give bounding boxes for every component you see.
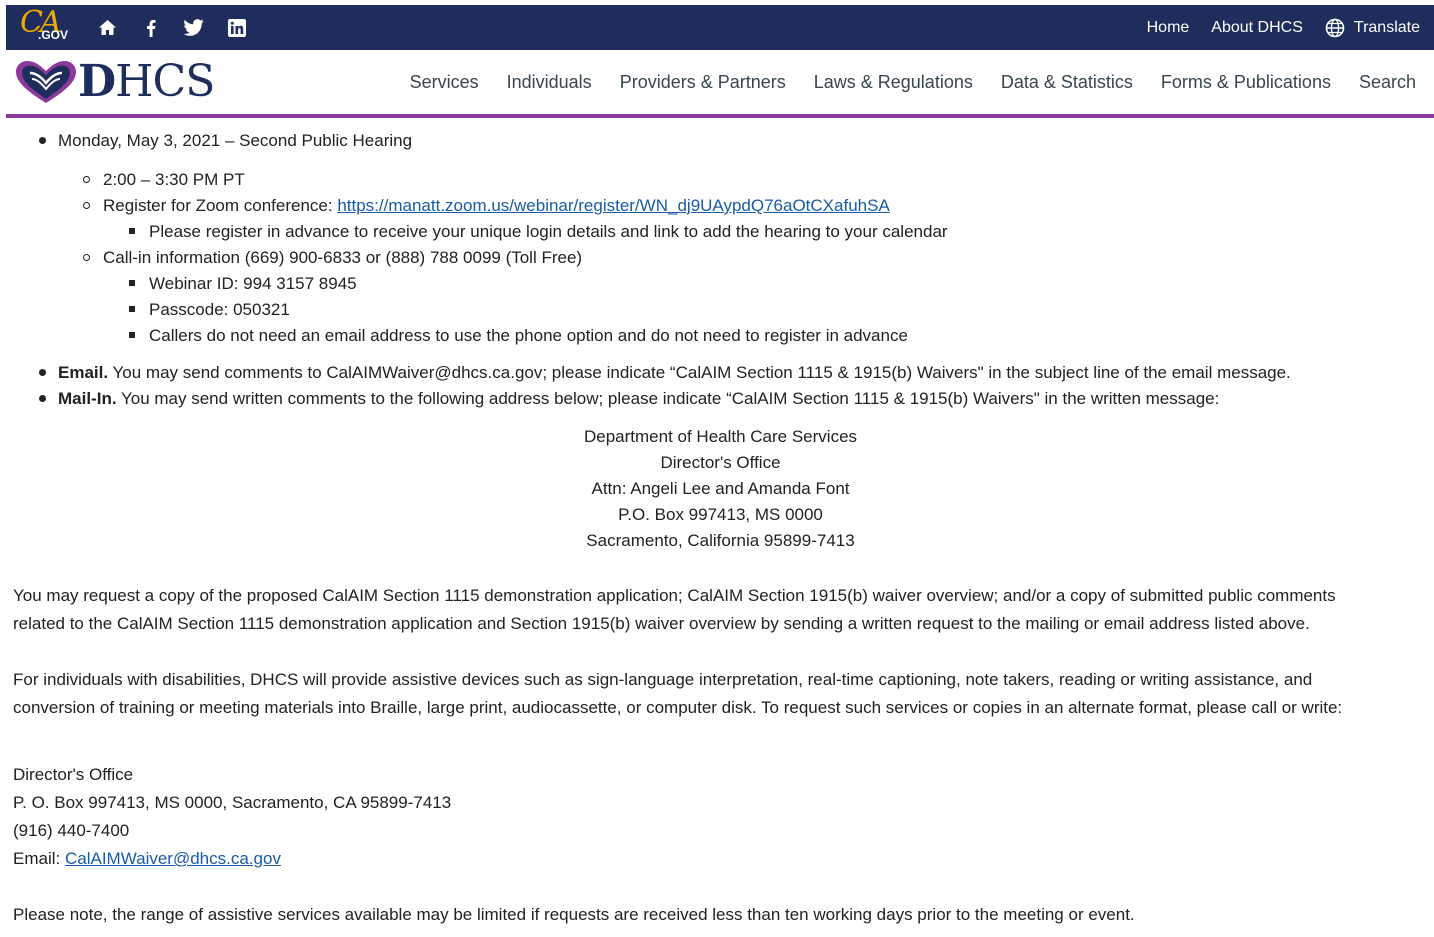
request-copy-paragraph: You may request a copy of the proposed C… bbox=[13, 582, 1428, 638]
list-bullet bbox=[129, 306, 135, 312]
list-bullet bbox=[39, 369, 46, 376]
header-divider bbox=[6, 114, 1434, 118]
assistive-note: Please note, the range of assistive serv… bbox=[13, 905, 1135, 924]
contact-block: Director's Office P. O. Box 997413, MS 0… bbox=[13, 761, 1428, 873]
hearing-time: 2:00 – 3:30 PM PT bbox=[103, 170, 245, 189]
list-bullet bbox=[129, 332, 135, 338]
utility-left: CA .GOV bbox=[6, 5, 258, 50]
address-line: Attn: Angeli Lee and Amanda Font bbox=[591, 479, 850, 498]
mail-item-text: You may send written comments to the fol… bbox=[116, 389, 1220, 408]
email-item: Email. You may send comments to CalAIMWa… bbox=[58, 362, 1291, 384]
page: CA .GOV Home About DHCS Translate DHCS S… bbox=[0, 0, 1434, 937]
webinar-id: Webinar ID: 994 3157 8945 bbox=[149, 274, 357, 293]
address-line: Sacramento, California 95899-7413 bbox=[586, 531, 855, 550]
contact-office: Director's Office bbox=[13, 765, 134, 784]
nav-forms-publications[interactable]: Forms & Publications bbox=[1161, 72, 1331, 93]
contact-phone: (916) 440-7400 bbox=[13, 821, 130, 840]
twitter-icon[interactable] bbox=[172, 5, 215, 50]
list-bullet bbox=[83, 176, 90, 183]
hearing-title: Monday, May 3, 2021 – Second Public Hear… bbox=[58, 131, 413, 150]
contact-email-link[interactable]: CalAIMWaiver@dhcs.ca.gov bbox=[65, 849, 281, 868]
nav-individuals[interactable]: Individuals bbox=[507, 72, 592, 93]
paragraph-line: You may request a copy of the proposed C… bbox=[13, 586, 1336, 605]
register-label: Register for Zoom conference: bbox=[103, 196, 338, 215]
utility-link-home[interactable]: Home bbox=[1147, 19, 1190, 37]
utility-link-about[interactable]: About DHCS bbox=[1211, 19, 1303, 37]
site-header: DHCS Services Individuals Providers & Pa… bbox=[6, 50, 1434, 114]
heart-logo-icon bbox=[16, 61, 76, 103]
nav-search[interactable]: Search bbox=[1359, 72, 1416, 93]
passcode: Passcode: 050321 bbox=[149, 300, 290, 319]
paragraph-line: For individuals with disabilities, DHCS … bbox=[13, 670, 1313, 689]
address-line: P.O. Box 997413, MS 0000 bbox=[618, 505, 823, 524]
linkedin-icon[interactable] bbox=[215, 5, 258, 50]
nav-services[interactable]: Services bbox=[410, 72, 479, 93]
list-bullet bbox=[129, 280, 135, 286]
contact-email: Email: CalAIMWaiver@dhcs.ca.gov bbox=[13, 845, 1428, 873]
utility-bar: CA .GOV Home About DHCS Translate bbox=[6, 5, 1434, 50]
paragraph-line: related to the CalAIM Section 1115 demon… bbox=[13, 614, 1310, 633]
ca-gov-logo[interactable]: CA .GOV bbox=[18, 5, 80, 50]
utility-right: Home About DHCS Translate bbox=[1125, 5, 1434, 50]
nav-laws-regulations[interactable]: Laws & Regulations bbox=[814, 72, 973, 93]
translate-label: Translate bbox=[1353, 18, 1420, 36]
disabilities-paragraph: For individuals with disabilities, DHCS … bbox=[13, 666, 1428, 722]
address-line: Department of Health Care Services bbox=[583, 427, 858, 446]
ca-gov-logo-gov: .GOV bbox=[38, 28, 69, 42]
callers-note: Callers do not need an email address to … bbox=[149, 326, 908, 345]
register-item: Register for Zoom conference: https://ma… bbox=[103, 195, 890, 217]
zoom-register-link[interactable]: https://manatt.zoom.us/webinar/register/… bbox=[337, 196, 889, 215]
list-bullet bbox=[129, 228, 135, 234]
list-bullet bbox=[39, 395, 46, 402]
translate-button[interactable]: Translate bbox=[1325, 18, 1420, 38]
list-bullet bbox=[83, 202, 90, 209]
home-icon[interactable] bbox=[86, 5, 129, 50]
nav-providers-partners[interactable]: Providers & Partners bbox=[620, 72, 786, 93]
address-line: Director's Office bbox=[660, 453, 781, 472]
register-note: Please register in advance to receive yo… bbox=[149, 222, 948, 241]
dhcs-logo-text: DHCS bbox=[78, 56, 215, 107]
mail-item: Mail-In. You may send written comments t… bbox=[58, 388, 1219, 410]
callin-info: Call-in information (669) 900-6833 or (8… bbox=[103, 248, 583, 267]
list-bullet bbox=[83, 254, 90, 261]
contact-email-label: Email: bbox=[13, 849, 65, 868]
nav-data-statistics[interactable]: Data & Statistics bbox=[1001, 72, 1133, 93]
email-item-label: Email. bbox=[58, 363, 109, 382]
contact-address: P. O. Box 997413, MS 0000, Sacramento, C… bbox=[13, 793, 452, 812]
globe-icon bbox=[1325, 18, 1345, 37]
dhcs-logo[interactable]: DHCS bbox=[12, 56, 215, 107]
list-bullet bbox=[39, 137, 46, 144]
paragraph-line: conversion of training or meeting materi… bbox=[13, 698, 1343, 717]
facebook-icon[interactable] bbox=[129, 5, 172, 50]
mail-item-label: Mail-In. bbox=[58, 389, 117, 408]
mail-address: Department of Health Care Services Direc… bbox=[13, 424, 1428, 554]
email-item-text: You may send comments to CalAIMWaiver@dh… bbox=[108, 363, 1291, 382]
main-nav: Services Individuals Providers & Partner… bbox=[382, 72, 1416, 93]
